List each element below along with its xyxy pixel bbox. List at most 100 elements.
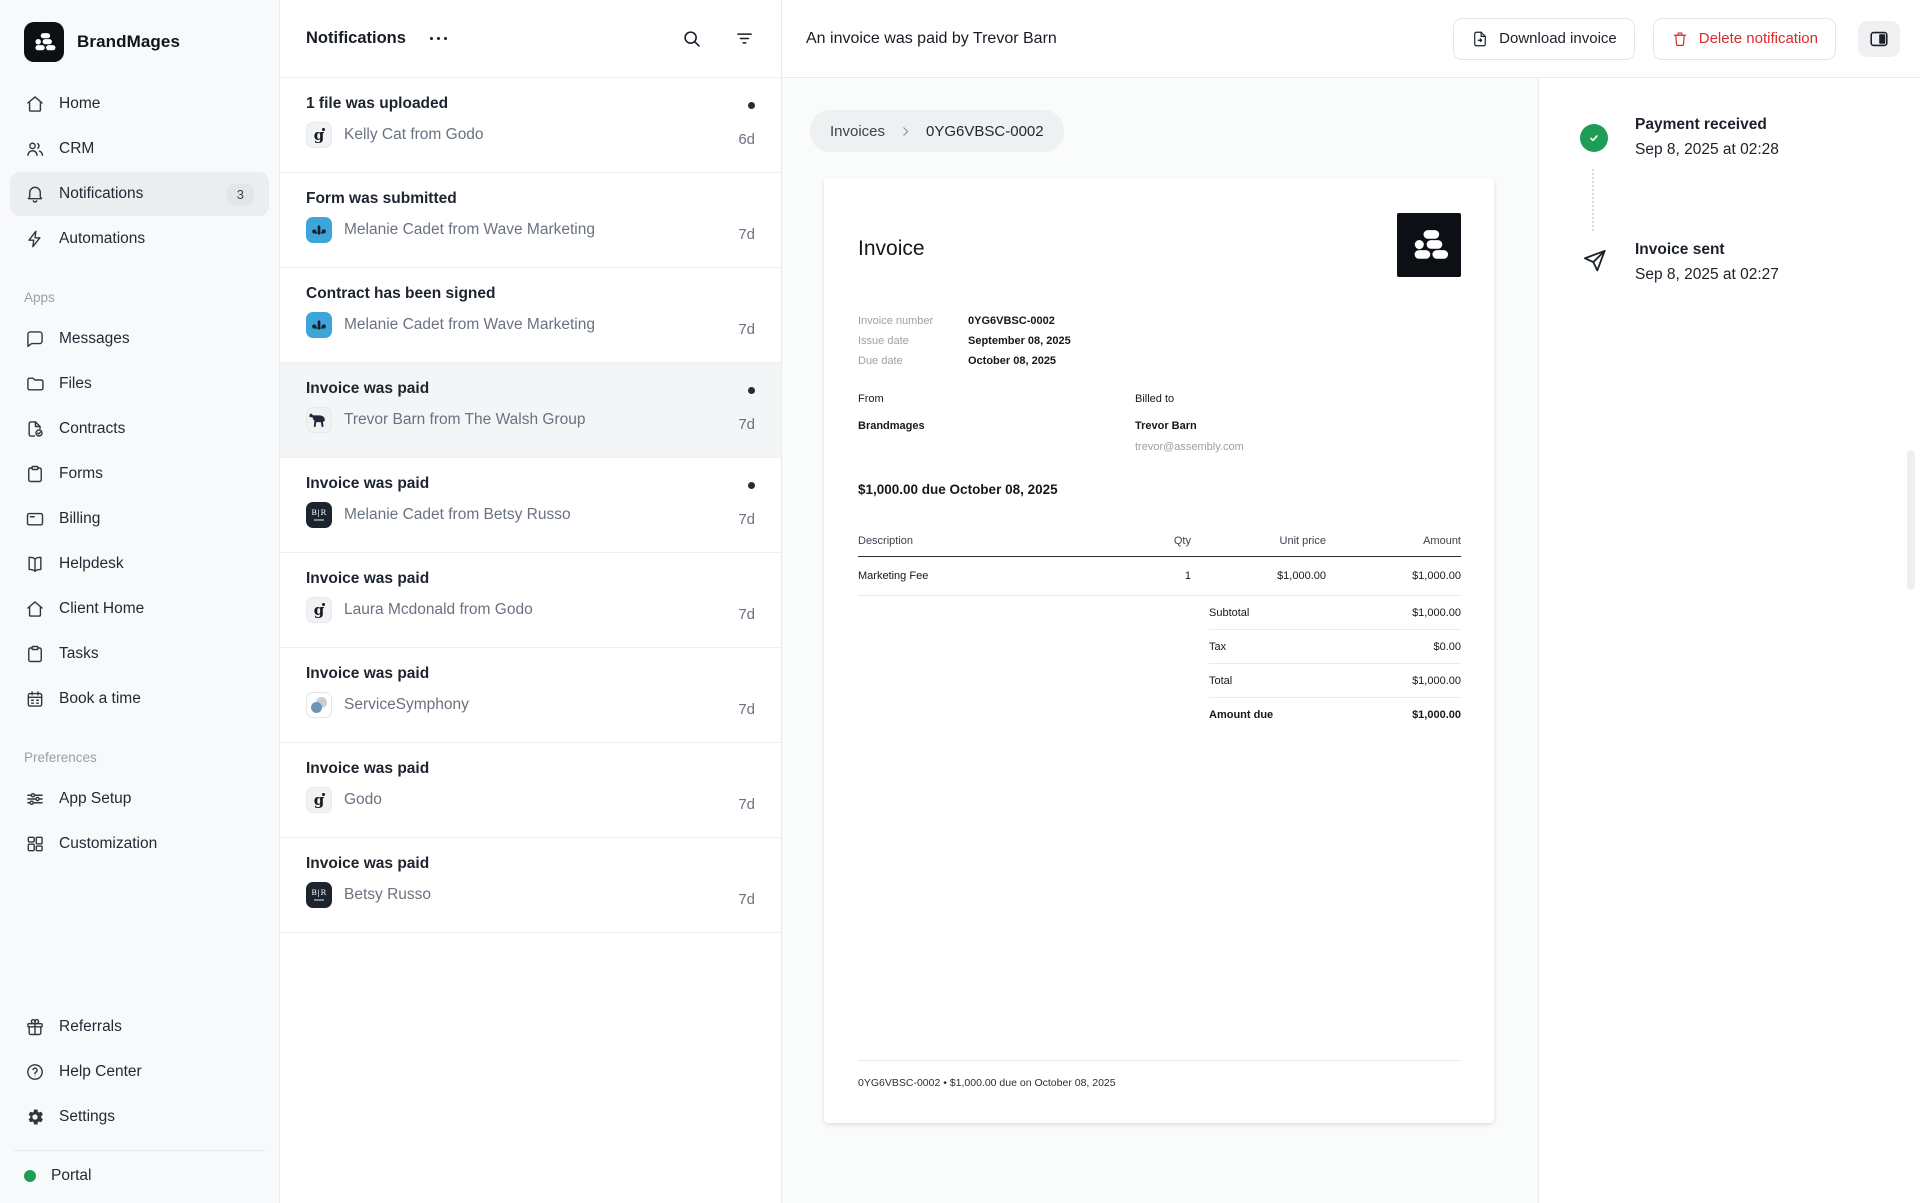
notification-subtitle: ServiceSymphony [344, 696, 469, 714]
sidebar-item-home[interactable]: Home [10, 82, 269, 126]
sidebar-item-contracts[interactable]: Contracts [10, 407, 269, 451]
sidebar-item-automations[interactable]: Automations [10, 217, 269, 261]
sidebar-item-label: Billing [59, 510, 100, 528]
notification-item-selected[interactable]: Invoice was paid Trevor Barn from The Wa… [280, 363, 781, 458]
invoice-meta: Invoice number0YG6VBSC-0002 Issue dateSe… [858, 311, 1461, 371]
gift-icon [25, 1017, 45, 1037]
meta-value: October 08, 2025 [968, 351, 1056, 371]
delete-notification-button[interactable]: Delete notification [1653, 18, 1836, 60]
notification-time: 6d [738, 126, 755, 152]
summary-value: $1,000.00 [1412, 709, 1461, 721]
app-window: BrandMages Home CRM Notifications 3 Auto… [0, 0, 1920, 1203]
sidebar-item-billing[interactable]: Billing [10, 497, 269, 541]
sidebar-item-crm[interactable]: CRM [10, 127, 269, 171]
sidebar-item-client-home[interactable]: Client Home [10, 587, 269, 631]
sidebar-item-forms[interactable]: Forms [10, 452, 269, 496]
users-icon [25, 139, 45, 159]
notification-subtitle: Melanie Cadet from Wave Marketing [344, 221, 595, 239]
filter-icon[interactable] [734, 28, 755, 49]
timeline-event-date: Sep 8, 2025 at 02:28 [1635, 141, 1779, 159]
notification-title: Invoice was paid [306, 665, 719, 683]
portal-label: Portal [51, 1167, 92, 1185]
sidebar: BrandMages Home CRM Notifications 3 Auto… [0, 0, 280, 1203]
zap-icon [25, 229, 45, 249]
notification-title: Invoice was paid [306, 380, 719, 398]
timeline-event: Invoice sent Sep 8, 2025 at 02:27 [1579, 241, 1900, 284]
sidebar-item-customization[interactable]: Customization [10, 822, 269, 866]
summary-value: $1,000.00 [1412, 675, 1461, 687]
notification-title: Invoice was paid [306, 570, 719, 588]
notification-item[interactable]: Invoice was paid B|R Betsy Russo 7d [280, 838, 781, 933]
sidebar-item-book-a-time[interactable]: Book a time [10, 677, 269, 721]
more-options-icon[interactable] [430, 37, 448, 41]
sidebar-item-label: Client Home [59, 600, 144, 618]
preferences-section-label: Preferences [0, 722, 279, 777]
invoice-line-items: Description Qty Unit price Amount Market… [858, 535, 1461, 596]
side-panel-toggle-button[interactable] [1858, 21, 1900, 57]
notification-title: Invoice was paid [306, 855, 719, 873]
sidebar-footer-nav: Referrals Help Center Settings [0, 1005, 279, 1140]
invoice-detail-area: Invoices 0YG6VBSC-0002 Invoice Invoice n… [782, 78, 1538, 1203]
sidebar-item-helpdesk[interactable]: Helpdesk [10, 542, 269, 586]
invoice-document: Invoice Invoice number0YG6VBSC-0002 Issu… [824, 178, 1494, 1123]
notification-subtitle: Betsy Russo [344, 886, 431, 904]
sidebar-item-help-center[interactable]: Help Center [10, 1050, 269, 1094]
portal-link[interactable]: Portal [14, 1150, 265, 1203]
notification-item[interactable]: Invoice was paid g Godo 7d [280, 743, 781, 838]
invoice-amount-line: $1,000.00 due October 08, 2025 [858, 482, 1461, 497]
meta-value: September 08, 2025 [968, 331, 1071, 351]
notification-time: 7d [738, 316, 755, 342]
notification-item[interactable]: Invoice was paid g Laura Mcdonald from G… [280, 553, 781, 648]
notification-item[interactable]: Invoice was paid ServiceSymphony 7d [280, 648, 781, 743]
invoice-billed-to: Billed to Trevor Barn trevor@assembly.co… [1135, 389, 1412, 458]
search-icon[interactable] [681, 28, 702, 49]
timeline-event-date: Sep 8, 2025 at 02:27 [1635, 266, 1779, 284]
sidebar-item-settings[interactable]: Settings [10, 1095, 269, 1139]
download-invoice-button[interactable]: Download invoice [1453, 18, 1635, 60]
detail-topbar: An invoice was paid by Trevor Barn Downl… [782, 0, 1920, 78]
check-circle-icon [1580, 124, 1608, 152]
sidebar-item-app-setup[interactable]: App Setup [10, 777, 269, 821]
notification-time: 7d [738, 601, 755, 627]
summary-label: Tax [1209, 641, 1226, 653]
file-check-icon [25, 419, 45, 439]
notification-time: 7d [738, 411, 755, 437]
page-title: An invoice was paid by Trevor Barn [806, 30, 1453, 48]
main-area: An invoice was paid by Trevor Barn Downl… [782, 0, 1920, 1203]
sidebar-item-files[interactable]: Files [10, 362, 269, 406]
sidebar-item-referrals[interactable]: Referrals [10, 1005, 269, 1049]
sidebar-item-notifications[interactable]: Notifications 3 [10, 172, 269, 216]
godo-avatar: g [306, 597, 332, 623]
panel-right-icon [1868, 28, 1890, 50]
sidebar-item-tasks[interactable]: Tasks [10, 632, 269, 676]
chat-bubble-icon [25, 329, 45, 349]
activity-timeline-panel: Payment received Sep 8, 2025 at 02:28 In… [1538, 78, 1920, 1203]
notification-item[interactable]: 1 file was uploaded g Kelly Cat from God… [280, 78, 781, 173]
sidebar-item-label: Contracts [59, 420, 125, 438]
sidebar-item-label: Book a time [59, 690, 141, 708]
breadcrumb-parent[interactable]: Invoices [830, 123, 885, 140]
godo-avatar: g [306, 787, 332, 813]
summary-label: Amount due [1209, 709, 1273, 721]
notification-time: 7d [738, 791, 755, 817]
servicesymphony-avatar [306, 692, 332, 718]
apps-nav: Messages Files Contracts Forms Billing H… [0, 317, 279, 722]
sliders-icon [25, 789, 45, 809]
notification-item[interactable]: Contract has been signed Melanie Cadet f… [280, 268, 781, 363]
sidebar-item-label: Customization [59, 835, 157, 853]
meta-label: Due date [858, 351, 968, 371]
notification-item[interactable]: Invoice was paid B|R Melanie Cadet from … [280, 458, 781, 553]
unread-dot [748, 102, 755, 109]
sidebar-item-label: Automations [59, 230, 145, 248]
table-header: Description [858, 535, 1121, 547]
betsy-russo-avatar: B|R [306, 502, 332, 528]
scrollbar-thumb[interactable] [1907, 450, 1915, 590]
notification-time: 7d [738, 696, 755, 722]
invoice-title: Invoice [858, 237, 925, 261]
sidebar-item-label: Tasks [59, 645, 99, 663]
sidebar-item-messages[interactable]: Messages [10, 317, 269, 361]
notification-item[interactable]: Form was submitted Melanie Cadet from Wa… [280, 173, 781, 268]
table-row: Marketing Fee 1 $1,000.00 $1,000.00 [858, 557, 1461, 596]
breadcrumb-current: 0YG6VBSC-0002 [926, 123, 1044, 140]
notification-subtitle: Melanie Cadet from Wave Marketing [344, 316, 595, 334]
